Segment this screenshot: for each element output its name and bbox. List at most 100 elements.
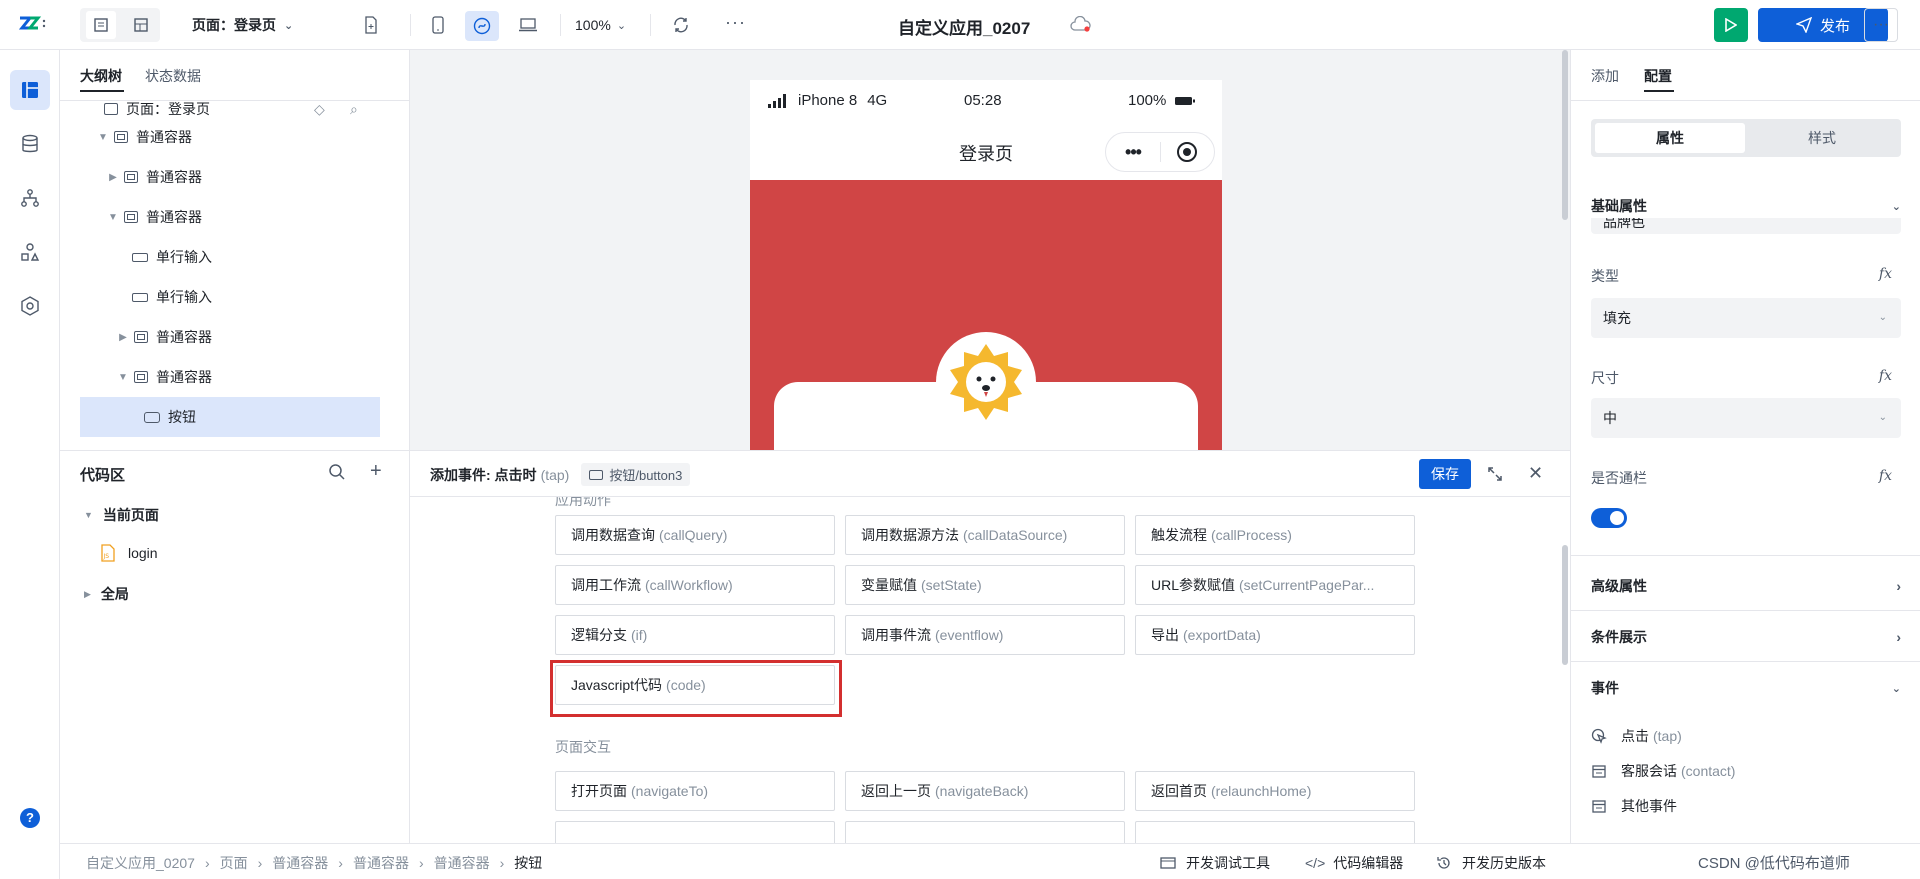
breadcrumb-item[interactable]: 自定义应用_0207 <box>86 853 195 873</box>
flow-icon[interactable] <box>10 178 50 218</box>
tab-add[interactable]: 添加 <box>1591 66 1619 86</box>
run-button[interactable] <box>1714 8 1748 42</box>
components-icon[interactable] <box>10 232 50 272</box>
canvas-scrollbar[interactable] <box>1562 50 1568 220</box>
close-miniprogram-icon[interactable] <box>1161 141 1214 163</box>
app-logo[interactable] <box>18 14 48 36</box>
current-page-group[interactable]: ▼ 当前页面 <box>84 505 159 525</box>
database-icon[interactable] <box>10 124 50 164</box>
tab-state-data[interactable]: 状态数据 <box>145 66 201 86</box>
fx-icon[interactable]: fx <box>1879 368 1892 384</box>
action-if[interactable]: 逻辑分支 (if) <box>555 615 835 655</box>
fx-icon[interactable]: fx <box>1879 468 1892 484</box>
event-item-contact[interactable]: 客服会话 (contact) <box>1591 761 1735 781</box>
layout-view-icon[interactable] <box>126 11 156 39</box>
action-set-url-params[interactable]: URL参数赋值 (setCurrentPagePar... <box>1135 565 1415 605</box>
history-link[interactable]: 开发历史版本 <box>1436 853 1546 873</box>
dev-tools[interactable]: 开发调试工具 <box>1160 853 1270 873</box>
action-eventflow[interactable]: 调用事件流 (eventflow) <box>845 615 1125 655</box>
action-export-data[interactable]: 导出 (exportData) <box>1135 615 1415 655</box>
settings-icon[interactable] <box>10 286 50 326</box>
event-label: 客服会话 <box>1621 763 1677 779</box>
action-partial-row[interactable] <box>1135 821 1415 844</box>
help-icon[interactable]: ? <box>20 808 40 828</box>
section-app-actions: 应用动作 <box>555 497 611 508</box>
refresh-icon[interactable] <box>670 14 692 36</box>
add-page-icon[interactable] <box>360 14 382 36</box>
full-width-toggle[interactable] <box>1591 508 1627 528</box>
zoom-select[interactable]: 100% ⌄ <box>575 14 626 36</box>
action-navigate-to[interactable]: 打开页面 (navigateTo) <box>555 771 835 811</box>
tab-config[interactable]: 配置 <box>1644 66 1672 86</box>
action-call-query[interactable]: 调用数据查询 (callQuery) <box>555 515 835 555</box>
tree-row-container[interactable]: ▶ 普通容器 <box>116 317 409 357</box>
segment-styles[interactable]: 样式 <box>1747 123 1897 153</box>
tree-row-container[interactable]: ▼ 普通容器 <box>106 197 406 237</box>
full-width-label: 是否通栏 <box>1591 470 1647 486</box>
save-button[interactable]: 保存 <box>1419 459 1471 489</box>
breadcrumb-item[interactable]: 普通容器 <box>353 853 409 873</box>
mobile-device-icon[interactable] <box>425 12 451 38</box>
action-set-state[interactable]: 变量赋值 (setState) <box>845 565 1125 605</box>
section-title: 条件展示 <box>1591 629 1647 645</box>
section-events[interactable]: 事件 ⌄ <box>1591 676 1901 700</box>
miniprogram-device-icon[interactable] <box>465 11 499 41</box>
breadcrumb-item[interactable]: 页面 <box>220 853 248 873</box>
caret-down-icon: ▼ <box>98 131 108 143</box>
outline-icon[interactable] <box>10 70 50 110</box>
action-call-process[interactable]: 触发流程 (callProcess) <box>1135 515 1415 555</box>
action-javascript-code[interactable]: Javascript代码 (code) <box>555 665 835 705</box>
breadcrumb-item[interactable]: 普通容器 <box>434 853 490 873</box>
event-panel-scrollbar[interactable] <box>1562 545 1568 665</box>
expand-icon[interactable] <box>1486 465 1504 483</box>
file-label: login <box>128 545 158 561</box>
action-call-datasource[interactable]: 调用数据源方法 (callDataSource) <box>845 515 1125 555</box>
section-basic-props[interactable]: 基础属性 ⌄ <box>1591 194 1901 218</box>
partial-select[interactable]: 品牌色 <box>1591 218 1901 234</box>
toggle-knob <box>1610 511 1624 525</box>
code-file-login[interactable]: JS login <box>100 544 158 562</box>
more-menu-button[interactable]: ··· <box>1864 8 1898 42</box>
tab-outline-tree[interactable]: 大纲树 <box>80 66 122 86</box>
container-icon <box>124 171 138 183</box>
event-item-other[interactable]: 其他事件 <box>1591 796 1677 816</box>
tree-row-container[interactable]: ▼ 普通容器 <box>116 357 409 397</box>
tree-row-button-selected[interactable]: 按钮 <box>80 397 380 437</box>
tree-row-label: 普通容器 <box>146 169 202 185</box>
search-icon[interactable]: ⌕ <box>350 101 358 118</box>
event-item-tap[interactable]: 点击 (tap) <box>1591 726 1682 746</box>
more-icon[interactable]: ··· <box>725 12 746 33</box>
breadcrumb-item[interactable]: 普通容器 <box>272 853 328 873</box>
page-selector[interactable]: 页面：登录页 ⌄ <box>192 14 293 36</box>
hide-icon[interactable]: ◇ <box>314 101 325 118</box>
segment-properties[interactable]: 属性 <box>1595 123 1745 153</box>
action-partial-row[interactable] <box>845 821 1125 844</box>
fx-icon[interactable]: fx <box>1879 266 1892 282</box>
desktop-device-icon[interactable] <box>514 12 542 38</box>
tree-row-input[interactable]: 单行输入 <box>128 277 409 317</box>
global-group[interactable]: ▶ 全局 <box>84 584 129 604</box>
tree-row-input[interactable]: 单行输入 <box>128 237 409 277</box>
tree-row-container[interactable]: ▶ 普通容器 <box>106 157 406 197</box>
code-editor-link[interactable]: </> 代码编辑器 <box>1305 853 1403 873</box>
type-select-value: 填充 <box>1603 310 1631 326</box>
page-view-icon[interactable] <box>86 11 116 39</box>
action-partial-row[interactable] <box>555 821 835 844</box>
section-advanced-props[interactable]: 高级属性 › <box>1591 574 1901 598</box>
section-conditional[interactable]: 条件展示 › <box>1591 625 1901 649</box>
type-select[interactable]: 填充 ⌄ <box>1591 298 1901 338</box>
action-relaunch-home[interactable]: 返回首页 (relaunchHome) <box>1135 771 1415 811</box>
breadcrumb-item-current[interactable]: 按钮 <box>514 853 542 873</box>
capsule-menu[interactable]: ••• <box>1105 132 1215 172</box>
cloud-sync-icon[interactable] <box>1070 16 1092 34</box>
divider <box>1571 100 1920 101</box>
action-call-workflow[interactable]: 调用工作流 (callWorkflow) <box>555 565 835 605</box>
size-select[interactable]: 中 ⌄ <box>1591 398 1901 438</box>
add-icon[interactable]: + <box>370 460 382 483</box>
close-icon[interactable]: ✕ <box>1528 463 1543 484</box>
action-navigate-back[interactable]: 返回上一页 (navigateBack) <box>845 771 1125 811</box>
more-dots-icon[interactable]: ••• <box>1106 142 1160 163</box>
search-icon[interactable] <box>328 463 346 481</box>
tree-row-container[interactable]: ▼ 普通容器 <box>96 117 396 157</box>
section-page-interaction: 页面交互 <box>555 739 611 755</box>
